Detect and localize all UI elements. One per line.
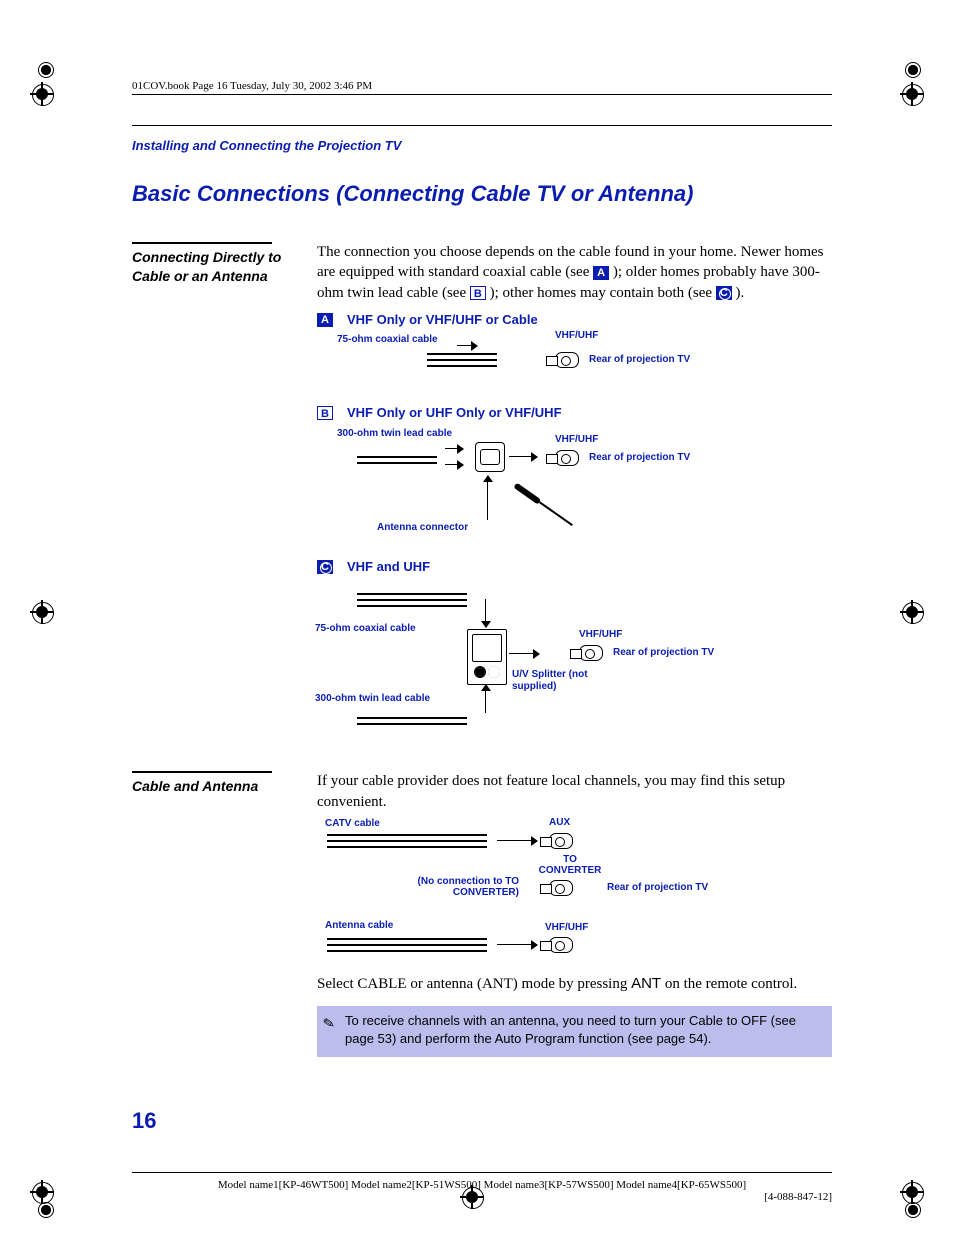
registration-mark: [900, 600, 924, 624]
page-number: 16: [132, 1108, 156, 1134]
matching-transformer-icon: [475, 442, 505, 472]
f-connector-icon: [549, 880, 573, 896]
side-title-cable-and-antenna: Cable and Antenna: [132, 777, 297, 796]
f-connector-icon: [579, 645, 603, 661]
book-header-text: 01COV.book Page 16 Tuesday, July 30, 200…: [132, 80, 832, 95]
f-connector-icon: [555, 352, 579, 368]
body-text: ).: [736, 285, 745, 301]
arrow-right-icon: [497, 944, 537, 945]
registration-mark: [30, 82, 54, 106]
f-connector-icon: [549, 833, 573, 849]
label-rear-tv: Rear of projection TV: [607, 882, 708, 894]
tag-b-icon: B: [317, 406, 333, 420]
top-rule: [132, 125, 832, 126]
diagram-b: 300-ohm twin lead cable VHF/UHF Rear of …: [317, 428, 832, 548]
label-no-connection: (No connection to TO CONVERTER): [399, 876, 519, 899]
diagram-b-title: VHF Only or UHF Only or VHF/UHF: [347, 404, 562, 422]
diagram-a-title: VHF Only or VHF/UHF or Cable: [347, 311, 538, 329]
label-antenna-cable: Antenna cable: [325, 920, 393, 932]
tag-c-icon: C: [716, 286, 732, 300]
coax-cable-icon: [327, 944, 487, 946]
label-75ohm-coax: 75-ohm coaxial cable: [315, 623, 416, 635]
diagram-a: 75-ohm coaxial cable VHF/UHF Rear of pro…: [317, 334, 832, 394]
label-aux: AUX: [549, 817, 570, 829]
registration-dot: [38, 62, 54, 78]
arrow-down-icon: [485, 599, 486, 627]
label-rear-tv: Rear of projection TV: [589, 354, 690, 366]
label-vhf-uhf: VHF/UHF: [545, 922, 588, 934]
tag-b-icon: B: [470, 286, 486, 300]
tag-a-icon: A: [317, 313, 333, 327]
f-connector-icon: [555, 450, 579, 466]
label-rear-tv: Rear of projection TV: [589, 452, 690, 464]
coax-cable-icon: [357, 599, 467, 601]
arrow-up-icon: [485, 685, 486, 713]
twin-lead-icon: [357, 717, 467, 719]
registration-dot: [905, 62, 921, 78]
pencil-icon: ✎: [321, 1013, 336, 1034]
side-title-connecting-directly: Connecting Directly to Cable or an Anten…: [132, 248, 297, 286]
label-vhf-uhf: VHF/UHF: [579, 629, 622, 641]
label-75ohm-coax: 75-ohm coaxial cable: [337, 334, 438, 346]
registration-dot: [905, 1202, 921, 1218]
label-antenna-connector: Antenna connector: [377, 522, 468, 534]
label-rear-tv: Rear of projection TV: [613, 647, 714, 659]
diagram-cable-antenna: CATV cable AUX TO CONVERTER (No connecti…: [317, 818, 832, 968]
tag-c-icon: C: [317, 560, 333, 574]
arrow-right-icon: [457, 345, 477, 346]
body-text: Select CABLE or antenna (ANT) mode by pr…: [317, 974, 832, 994]
callout-line-icon: [487, 476, 488, 520]
splitter-icon: [467, 629, 507, 685]
arrow-right-icon: [509, 456, 537, 457]
section-header: Installing and Connecting the Projection…: [132, 138, 832, 153]
diagram-c-header: C VHF and UHF: [317, 558, 832, 576]
label-300ohm: 300-ohm twin lead cable: [337, 428, 452, 440]
arrow-right-icon: [497, 840, 537, 841]
tag-a-icon: A: [593, 266, 609, 280]
label-to-converter: TO CONVERTER: [535, 854, 605, 877]
registration-mark: [30, 1180, 54, 1204]
arrow-right-icon: [445, 464, 463, 465]
label-300ohm: 300-ohm twin lead cable: [315, 693, 430, 705]
label-vhf-uhf: VHF/UHF: [555, 330, 598, 342]
diagram-a-header: A VHF Only or VHF/UHF or Cable: [317, 311, 832, 329]
label-uv-splitter: U/V Splitter (not supplied): [512, 669, 602, 692]
body-text: If your cable provider does not feature …: [317, 771, 832, 812]
body-text: ); other homes may contain both (see: [490, 285, 716, 301]
note-text: To receive channels with an antenna, you…: [345, 1013, 796, 1046]
f-connector-icon: [549, 937, 573, 953]
registration-mark: [900, 1180, 924, 1204]
screwdriver-icon: [512, 481, 575, 529]
page-title: Basic Connections (Connecting Cable TV o…: [132, 181, 832, 207]
coax-cable-icon: [327, 840, 487, 842]
diagram-c: 75-ohm coaxial cable U/V Splitter (not s…: [317, 581, 832, 741]
side-rule: [132, 771, 272, 773]
registration-mark: [900, 82, 924, 106]
registration-dot: [38, 1202, 54, 1218]
coax-cable-icon: [427, 359, 497, 361]
footer-models: Model name1[KP-46WT500] Model name2[KP-5…: [218, 1179, 746, 1191]
diagram-c-title: VHF and UHF: [347, 558, 430, 576]
arrow-right-icon: [445, 448, 463, 449]
footer: Model name1[KP-46WT500] Model name2[KP-5…: [132, 1172, 832, 1203]
label-catv-cable: CATV cable: [325, 818, 380, 830]
note-box: ✎ To receive channels with an antenna, y…: [317, 1006, 832, 1056]
twin-lead-icon: [357, 456, 437, 458]
arrow-right-icon: [509, 653, 539, 654]
registration-mark: [30, 600, 54, 624]
footer-partnum: [4-088-847-12]: [132, 1191, 832, 1203]
label-vhf-uhf: VHF/UHF: [555, 434, 598, 446]
side-rule: [132, 242, 272, 244]
diagram-b-header: B VHF Only or UHF Only or VHF/UHF: [317, 404, 832, 422]
